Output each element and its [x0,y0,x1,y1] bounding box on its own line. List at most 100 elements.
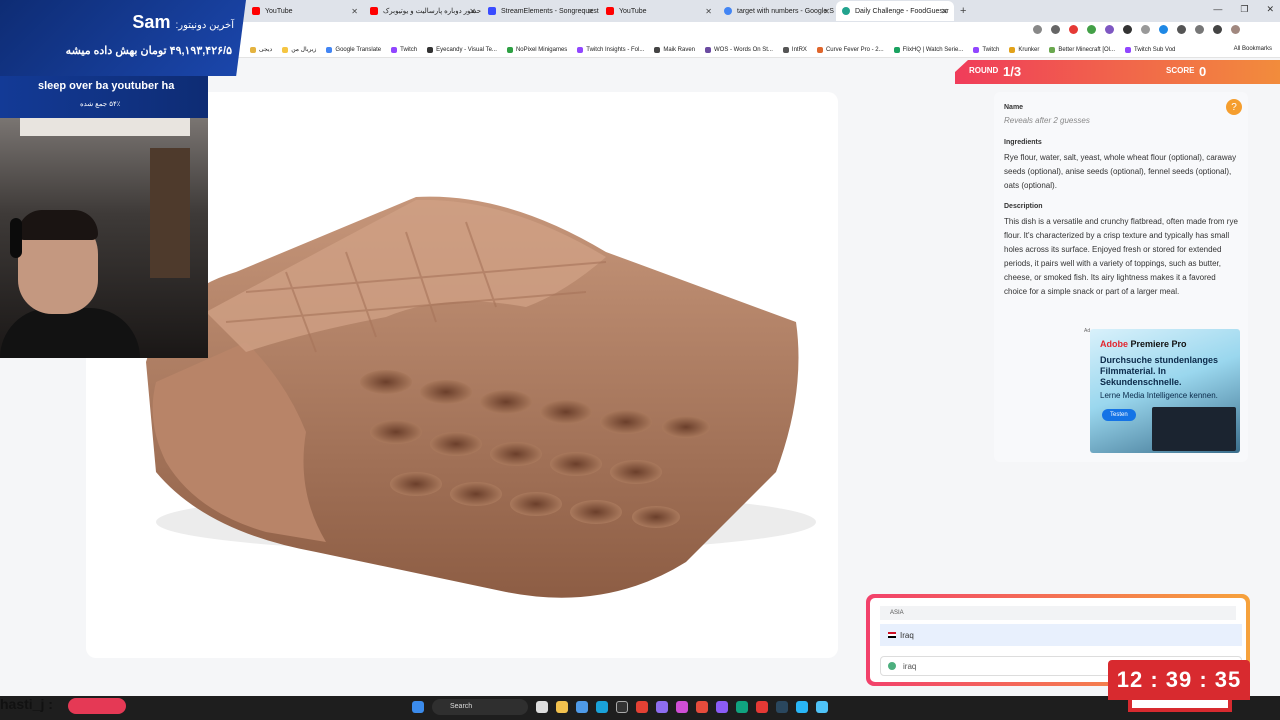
close-icon[interactable]: ✕ [941,7,948,16]
nopixel-icon [506,46,513,53]
round-label: ROUND [969,66,999,75]
ad-brand-prefix: Adobe [1100,339,1128,349]
browser-tab[interactable]: StreamElements - Songrequest ✕ [482,1,600,21]
bookmark-label: Better Minecraft [Ol... [1058,46,1116,53]
close-icon[interactable]: ✕ [351,7,358,16]
browser-tab[interactable]: YouTube ✕ [600,1,718,21]
ad-brand-name: Premiere Pro [1130,339,1187,349]
browser-tab-active[interactable]: Daily Challenge - FoodGuessr ✕ [836,1,954,21]
ad-screenshot [1152,407,1236,451]
browser-tab[interactable]: YouTube ✕ [246,1,364,21]
bookmark[interactable]: Google Translate [326,46,382,53]
maximize-icon[interactable]: ❐ [1240,4,1248,15]
clock-base [1128,700,1232,712]
extension-icon[interactable] [1141,25,1150,34]
dish-info-panel: ? Name Reveals after 2 guesses Ingredien… [994,92,1248,462]
window-controls: — ❐ ✕ [1213,4,1274,15]
puzzle-icon[interactable] [1213,25,1222,34]
edge-icon[interactable] [596,701,608,713]
cast-icon[interactable] [1033,25,1042,34]
extension-icon[interactable] [1123,25,1132,34]
star-icon[interactable] [1051,25,1060,34]
goal-overlay: sleep over ba youtuber ha ۵۴٪ جمع شده [0,76,208,118]
bookmark-label: Twitch [400,46,418,53]
browser-tab[interactable]: حضور دوباره پارسالیت و یوتیوبرک ✕ [364,1,482,21]
app-icon[interactable] [696,701,708,713]
steam-icon[interactable] [776,701,788,713]
app-icon[interactable] [796,701,808,713]
close-icon[interactable]: ✕ [705,7,712,16]
youtube-icon [370,7,378,15]
bookmark[interactable]: Eyecandy - Visual Te... [427,46,497,53]
bookmark[interactable]: FlixHQ | Watch Serie... [893,46,964,53]
app-icon[interactable] [736,701,748,713]
new-tab-button[interactable]: + [960,5,966,17]
file-explorer-icon[interactable] [556,701,568,713]
app-icon[interactable] [816,701,828,713]
app-icon[interactable] [716,701,728,713]
close-icon[interactable]: ✕ [823,7,830,16]
extension-icon[interactable] [1159,25,1168,34]
extension-icon[interactable] [1105,25,1114,34]
chrome-icon[interactable] [636,701,648,713]
task-view-icon[interactable] [536,701,548,713]
eyecandy-icon [427,46,434,53]
bookmark[interactable]: WOS - Words On St... [705,46,773,53]
close-icon[interactable]: ✕ [587,7,594,16]
bookmark[interactable]: Curve Fever Pro - 2... [816,46,884,53]
ad-subline: Lerne Media Intelligence kennen. [1100,391,1218,400]
store-icon[interactable] [576,701,588,713]
youtube-icon [252,7,260,15]
donor-label: آخرین دونیتور: [175,20,234,31]
streamer-hair [18,210,98,240]
bookmark[interactable]: IntRX [782,46,807,53]
all-bookmarks-button[interactable]: All Bookmarks [1234,46,1272,52]
github-icon [654,46,661,53]
bookmark[interactable]: NoPixel Minigames [506,46,567,53]
minimize-icon[interactable]: — [1213,4,1222,15]
bookmark[interactable]: Twitch [391,46,418,53]
bookmark-label: زیریال من [291,47,317,53]
bookmark[interactable]: Maik Raven [654,46,695,53]
obs-icon[interactable] [616,701,628,713]
bookmark[interactable]: Krunker [1009,46,1039,53]
bookmark[interactable]: Twitch [973,46,999,53]
browser-tab[interactable]: target with numbers - Google S ✕ [718,1,836,21]
close-window-icon[interactable]: ✕ [1266,4,1274,15]
krunker-icon [1009,46,1016,53]
headset-icon [10,218,22,258]
help-icon[interactable]: ? [1226,99,1242,115]
bookmark-label: Google Translate [335,46,382,53]
round-score-bar: ROUND 1/3 SCORE 0 [955,60,1280,84]
bookmark-label: FlixHQ | Watch Serie... [902,46,964,53]
bookmark[interactable]: زیریال من [282,46,316,53]
bookmark[interactable]: Twitch Sub Vod [1125,46,1175,53]
bookmark[interactable]: Better Minecraft [Ol... [1049,46,1116,53]
app-icon[interactable] [756,701,768,713]
advertisement[interactable]: Adobe Premiere Pro Durchsuche stundenlan… [1090,329,1240,453]
taskbar-search[interactable]: Search [432,699,528,715]
globe-icon [888,662,896,670]
round-value: 1/3 [1003,64,1022,79]
ad-cta-button[interactable]: Testen [1102,409,1136,421]
profile-icon[interactable] [1231,25,1240,34]
extension-icon[interactable] [1087,25,1096,34]
background-door [150,148,190,278]
bookmark-label: WOS - Words On St... [714,46,773,53]
twitch-icon [1125,46,1132,53]
close-icon[interactable]: ✕ [469,7,476,16]
windows-start-icon[interactable] [412,701,424,713]
app-icon[interactable] [676,701,688,713]
goal-progress: ۵۴٪ جمع شده [80,101,121,108]
bookmark[interactable]: Twitch Insights - Fol... [577,46,644,53]
dropdown-option[interactable]: Iraq [880,624,1242,646]
bookmark-label: Eyecandy - Visual Te... [436,46,497,53]
tab-title: Daily Challenge - FoodGuessr [855,7,949,15]
extension-icon[interactable] [1195,25,1204,34]
bookmark[interactable]: دیجی [250,46,272,53]
tab-title: StreamElements - Songrequest [501,7,599,15]
extension-icon[interactable] [1177,25,1186,34]
name-heading: Name [1004,104,1024,111]
extension-icon[interactable] [1069,25,1078,34]
app-icon[interactable] [656,701,668,713]
